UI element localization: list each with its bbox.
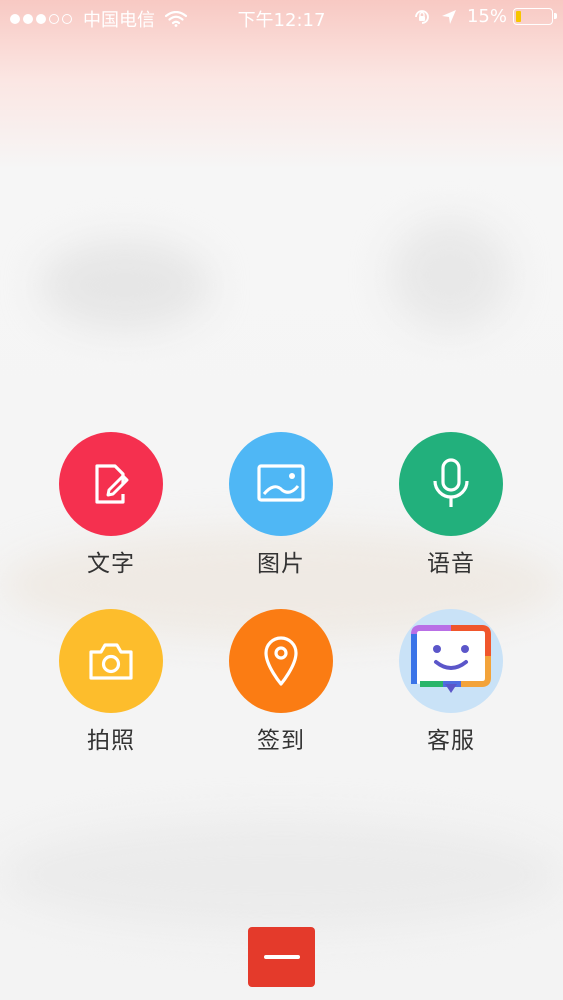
status-bar: 中国电信 下午12:17 15% xyxy=(0,0,563,36)
menu-item-circle xyxy=(229,609,333,713)
menu-item-label: 拍照 xyxy=(87,728,135,754)
menu-item-label: 文字 xyxy=(87,551,135,577)
menu-item-label: 客服 xyxy=(427,728,475,754)
camera-icon xyxy=(89,643,133,680)
edit-document-icon xyxy=(95,464,129,504)
picture-icon xyxy=(257,464,305,502)
customer-service-face-icon xyxy=(411,625,491,693)
menu-item-text[interactable]: 文字 xyxy=(41,432,181,578)
menu-item-voice[interactable]: 语音 xyxy=(381,432,521,578)
menu-item-label: 语音 xyxy=(427,551,475,577)
menu-item-checkin[interactable]: 签到 xyxy=(211,609,351,755)
close-menu-button[interactable] xyxy=(248,927,315,987)
menu-item-circle xyxy=(399,609,503,713)
menu-item-label: 签到 xyxy=(257,728,305,754)
microphone-icon xyxy=(433,458,469,507)
menu-item-circle xyxy=(399,432,503,536)
menu-item-camera[interactable]: 拍照 xyxy=(41,609,181,755)
battery-level xyxy=(516,11,521,22)
battery-icon xyxy=(513,8,557,25)
orientation-lock-icon xyxy=(415,9,429,24)
menu-item-circle xyxy=(229,432,333,536)
menu-item-picture[interactable]: 图片 xyxy=(211,432,351,578)
menu-item-label: 图片 xyxy=(257,551,305,577)
location-arrow-icon xyxy=(441,9,456,24)
menu-item-circle xyxy=(59,432,163,536)
menu-item-circle xyxy=(59,609,163,713)
location-pin-icon xyxy=(264,636,298,686)
minus-icon xyxy=(263,955,300,959)
battery-percent: 15% xyxy=(466,6,507,27)
menu-item-customer-service[interactable]: 客服 xyxy=(381,609,521,755)
